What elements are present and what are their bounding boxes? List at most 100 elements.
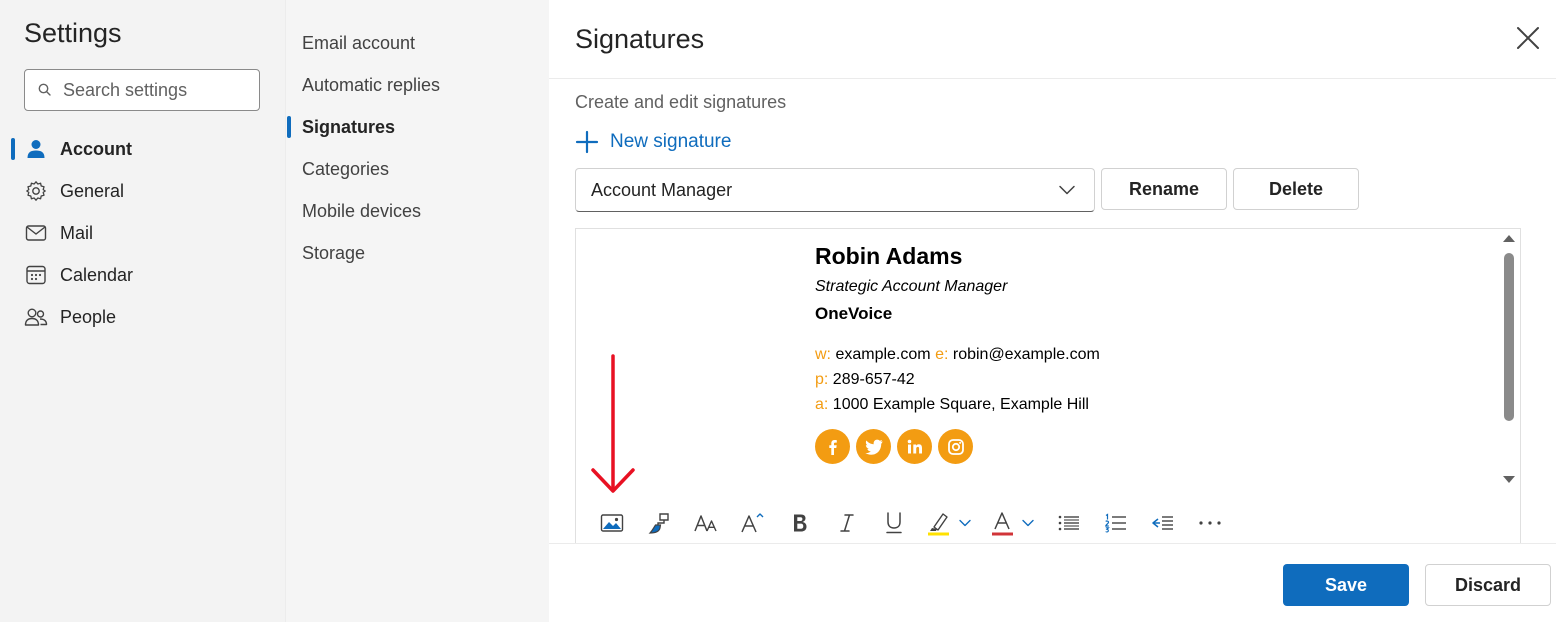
- signature-company: OneVoice: [815, 304, 893, 323]
- settings-category-list: Account General Mail Calendar People: [0, 128, 285, 338]
- font-color-icon: [992, 512, 1013, 536]
- format-painter-button[interactable]: [635, 505, 682, 541]
- nav-item-label: Mail: [60, 222, 94, 243]
- signature-editor[interactable]: Robin Adams Strategic Account Manager On…: [575, 228, 1521, 544]
- close-icon: [1517, 27, 1539, 49]
- nav-item-people[interactable]: People: [0, 296, 285, 338]
- page-title: Signatures: [575, 24, 705, 54]
- signature-contact-lines: w: example.com e: robin@example.com p: 2…: [815, 342, 1100, 417]
- section-label: Create and edit signatures: [575, 92, 787, 112]
- font-color-button[interactable]: [981, 505, 1045, 541]
- nav-item-label: Account: [60, 138, 132, 159]
- nav-item-account[interactable]: Account: [0, 128, 285, 170]
- numbering-button[interactable]: [1092, 505, 1139, 541]
- insert-picture-button[interactable]: [588, 505, 635, 541]
- underline-button[interactable]: [870, 505, 917, 541]
- phone-label: p:: [815, 371, 829, 388]
- numbering-icon: [1104, 513, 1126, 533]
- chevron-down-icon: [959, 519, 971, 527]
- account-subcategory-list: Email account Automatic replies Signatur…: [286, 22, 550, 274]
- gear-icon: [24, 179, 48, 203]
- rename-button[interactable]: Rename: [1101, 168, 1227, 210]
- italic-button[interactable]: [823, 505, 870, 541]
- new-signature-label: New signature: [610, 131, 732, 152]
- mail-icon: [24, 221, 48, 245]
- settings-nav-pane: Settings Account General Mail: [0, 0, 285, 622]
- highlight-icon: [928, 513, 949, 536]
- font-size-icon: [693, 515, 717, 532]
- subnav-automatic-replies[interactable]: Automatic replies: [286, 64, 550, 106]
- new-signature-button[interactable]: New signature: [575, 128, 731, 156]
- subnav-categories[interactable]: Categories: [286, 148, 550, 190]
- nav-item-mail[interactable]: Mail: [0, 212, 285, 254]
- discard-button[interactable]: Discard: [1425, 564, 1551, 606]
- email-label: e:: [935, 346, 949, 363]
- twitter-icon: [856, 429, 891, 464]
- subnav-mobile-devices[interactable]: Mobile devices: [286, 190, 550, 232]
- calendar-icon: [24, 263, 48, 287]
- nav-item-label: Calendar: [60, 264, 134, 285]
- underline-icon: [885, 512, 902, 534]
- nav-item-label: General: [60, 180, 125, 201]
- facebook-icon: [815, 429, 850, 464]
- search-icon: [38, 83, 51, 96]
- signature-preview[interactable]: Robin Adams Strategic Account Manager On…: [815, 243, 1100, 464]
- signatures-content-pane: Signatures Create and edit signatures Ne…: [549, 0, 1556, 622]
- linkedin-icon: [897, 429, 932, 464]
- phone-value: 289-657-42: [832, 371, 915, 388]
- highlight-button[interactable]: [917, 505, 981, 541]
- chevron-down-icon: [1059, 185, 1075, 195]
- email-value: robin@example.com: [952, 346, 1100, 363]
- search-settings-box[interactable]: [24, 69, 260, 111]
- scroll-thumb[interactable]: [1504, 253, 1514, 421]
- insert-picture-icon: [600, 514, 623, 532]
- settings-title: Settings: [24, 18, 122, 48]
- chevron-down-icon: [1022, 519, 1034, 527]
- bullets-icon: [1058, 515, 1079, 531]
- selected-signature: Account Manager: [591, 179, 733, 200]
- social-icons: [815, 429, 1100, 464]
- address-label: a:: [815, 396, 829, 413]
- annotation-arrow-icon: [591, 354, 635, 493]
- subnav-email-account[interactable]: Email account: [286, 22, 550, 64]
- signature-role: Strategic Account Manager: [815, 278, 1008, 295]
- editor-scrollbar[interactable]: [1502, 233, 1516, 485]
- signature-name: Robin Adams: [815, 243, 963, 269]
- close-button[interactable]: [1514, 24, 1542, 52]
- more-options-button[interactable]: [1186, 505, 1233, 541]
- decrease-indent-button[interactable]: [1139, 505, 1186, 541]
- subnav-signatures[interactable]: Signatures: [286, 106, 550, 148]
- more-icon: [1198, 521, 1221, 525]
- bold-button[interactable]: [776, 505, 823, 541]
- decrease-indent-icon: [1151, 516, 1173, 530]
- bold-icon: [793, 514, 806, 532]
- increase-font-icon: [740, 513, 763, 533]
- signature-web-email-line: w: example.com e: robin@example.com: [815, 342, 1100, 367]
- nav-item-label: People: [60, 306, 117, 327]
- font-size-button[interactable]: [682, 505, 729, 541]
- web-label: w:: [815, 346, 831, 363]
- person-icon: [24, 137, 48, 161]
- italic-icon: [839, 514, 854, 532]
- delete-button[interactable]: Delete: [1233, 168, 1359, 210]
- nav-item-calendar[interactable]: Calendar: [0, 254, 285, 296]
- increase-font-button[interactable]: [729, 505, 776, 541]
- search-settings-input[interactable]: [63, 79, 243, 101]
- footer-divider: [549, 543, 1556, 544]
- format-painter-icon: [648, 513, 669, 534]
- scroll-up-arrow[interactable]: [1503, 235, 1515, 242]
- save-button[interactable]: Save: [1283, 564, 1409, 606]
- account-settings-pane: Email account Automatic replies Signatur…: [285, 0, 549, 622]
- nav-item-general[interactable]: General: [0, 170, 285, 212]
- scroll-down-arrow[interactable]: [1503, 476, 1515, 483]
- people-icon: [24, 305, 48, 329]
- signature-address-line: a: 1000 Example Square, Example Hill: [815, 392, 1100, 417]
- subnav-storage[interactable]: Storage: [286, 232, 550, 274]
- signature-phone-line: p: 289-657-42: [815, 367, 1100, 392]
- bullets-button[interactable]: [1045, 505, 1092, 541]
- instagram-icon: [938, 429, 973, 464]
- signature-dropdown[interactable]: Account Manager: [575, 168, 1095, 212]
- plus-icon: [575, 130, 599, 154]
- formatting-toolbar: [588, 505, 1233, 541]
- web-value: example.com: [835, 346, 931, 363]
